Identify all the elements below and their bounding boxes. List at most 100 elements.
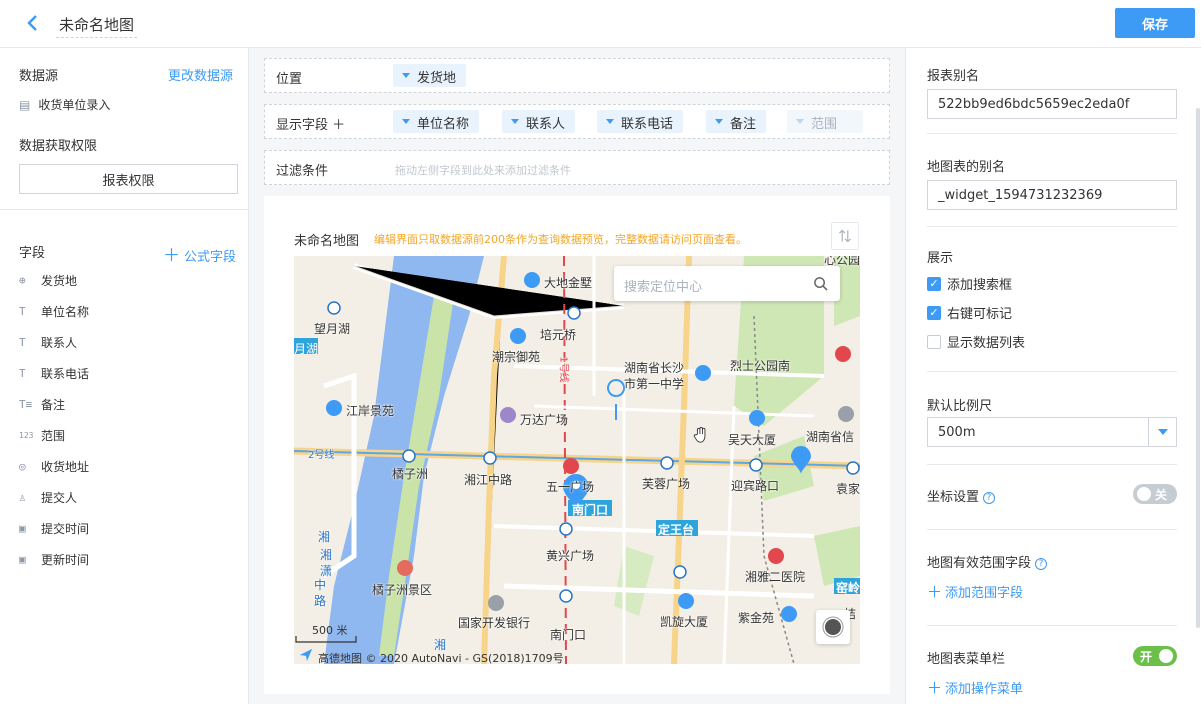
locate-icon (822, 616, 844, 638)
map-label: 湘江中路 (464, 473, 513, 487)
field-label: 单位名称 (41, 305, 90, 319)
field-label: 收货地址 (41, 460, 90, 474)
plus-icon: ＋ (927, 679, 943, 697)
chevron-down-icon[interactable] (1148, 418, 1176, 446)
field-item[interactable]: T 联系人 (19, 327, 239, 358)
map-title: 未命名地图 (294, 234, 360, 249)
save-button[interactable]: 保存 (1115, 8, 1195, 38)
map-label: 南门口 (572, 503, 609, 517)
add-action-menu-label: 添加操作菜单 (945, 682, 1024, 697)
show-data-list-option[interactable]: 显示数据列表 (927, 332, 1025, 351)
map-alias-label: 地图表的别名 (927, 160, 1006, 175)
map-label: 袁家 (836, 482, 860, 496)
map-label: 望月湖 (314, 322, 351, 336)
map-alias-input[interactable]: _widget_1594731232369 (927, 180, 1177, 210)
search-icon[interactable] (813, 276, 828, 291)
map-label: 湘 (318, 530, 331, 544)
text-area-icon: T≡ (19, 398, 33, 411)
permission-heading: 数据获取权限 (19, 139, 98, 154)
field-label: 范围 (41, 429, 66, 443)
map-label: 心公园 (824, 256, 860, 267)
position-field-pill[interactable]: 发货地 (393, 64, 467, 87)
add-range-field-link[interactable]: ＋添加范围字段 (927, 581, 1023, 602)
position-dropzone[interactable]: 位置 发货地 (264, 58, 890, 93)
option-label: 添加搜索框 (947, 278, 1013, 293)
map-label: 迎宾路口 (731, 479, 780, 493)
checkbox-checked[interactable]: ✓ (927, 276, 941, 291)
report-alias-input[interactable]: 522bb9ed6bdc5659ec2eda0f (927, 89, 1177, 119)
add-action-menu-link[interactable]: ＋添加操作菜单 (927, 677, 1023, 698)
filter-hint: 拖动左侧字段到此处来添加过滤条件 (395, 164, 571, 177)
calendar-icon: ▣ (19, 553, 26, 566)
right-click-mark-option[interactable]: ✓ 右键可标记 (927, 303, 1012, 322)
field-item[interactable]: ▣ 更新时间 (19, 544, 239, 575)
user-icon: ♙ (19, 491, 26, 504)
sort-swap-icon[interactable] (831, 222, 859, 250)
location-icon: ⊕ (19, 274, 26, 287)
checkbox-unchecked[interactable] (927, 334, 941, 349)
map-label: 烈士公园南 (730, 359, 791, 373)
number-icon: 123 (19, 431, 34, 440)
display-field-pill[interactable]: 单位名称 (393, 110, 480, 133)
help-icon[interactable]: ? (983, 492, 996, 504)
map-search-box[interactable]: 搜索定位中心 (614, 266, 840, 301)
map-label: 吴天大厦 (728, 433, 777, 447)
coord-setting-toggle[interactable]: 关 (1133, 484, 1177, 504)
map-label: 2号线 (308, 450, 335, 461)
field-label: 提交时间 (41, 522, 90, 536)
map-label: 橘子洲景区 (372, 583, 433, 597)
display-fields-dropzone[interactable]: 显示字段 ＋ 单位名称 联系人 联系电话 备注 范围 (264, 104, 890, 139)
field-item[interactable]: ⊕ 发货地 (19, 265, 239, 296)
locate-button[interactable] (816, 610, 850, 644)
right-panel: 报表别名 522bb9ed6bdc5659ec2eda0f 地图表的别名 _wi… (905, 48, 1201, 704)
option-label: 右键可标记 (947, 307, 1013, 322)
map-label: 培元桥 (540, 328, 577, 342)
display-field-pill[interactable]: 备注 (706, 110, 767, 133)
scrollbar[interactable] (1196, 108, 1200, 628)
default-scale-select[interactable]: 500m (927, 417, 1177, 447)
help-icon[interactable]: ? (1035, 558, 1048, 570)
divider (927, 133, 1177, 134)
map-label: 紫金苑 (738, 611, 775, 625)
field-item[interactable]: ◎ 收货地址 (19, 451, 239, 482)
map-label: 万达广场 (520, 413, 569, 427)
map-scale: 500 米 (312, 624, 348, 637)
map-canvas[interactable]: 搜索定位中心 大地金墅 心公园 培元桥 望月湖 湖南省长沙 市第一中学 潮宗御苑… (294, 256, 860, 664)
menu-bar-toggle[interactable]: 开 (1133, 646, 1177, 666)
calendar-icon: ▣ (19, 522, 26, 535)
preview-note: 编辑界面只取数据源前200条作为查询数据预览，完整数据请访问页面查看。 (374, 233, 747, 246)
divider (0, 209, 248, 210)
page-title[interactable]: 未命名地图 (56, 12, 138, 38)
map-label: 国家开发银行 (458, 616, 531, 630)
map-label: 凯旋大厦 (660, 615, 709, 629)
text-icon: T (19, 367, 26, 380)
field-item[interactable]: T 单位名称 (19, 296, 239, 327)
datasource-item[interactable]: ▤ 收货单位录入 (19, 96, 110, 113)
display-field-pill[interactable]: 联系人 (502, 110, 576, 133)
display-field-pill-dragging[interactable]: 范围 (787, 110, 863, 133)
field-item[interactable]: T 联系电话 (19, 358, 239, 389)
map-search-placeholder: 搜索定位中心 (624, 280, 703, 295)
field-label: 备注 (41, 398, 66, 412)
plus-icon: ＋ (927, 583, 943, 601)
add-search-option[interactable]: ✓ 添加搜索框 (927, 274, 1012, 293)
report-permission-button[interactable]: 报表权限 (19, 164, 238, 194)
field-item[interactable]: ♙ 提交人 (19, 482, 239, 513)
fields-heading: 字段 (19, 246, 46, 261)
back-arrow-icon[interactable] (22, 12, 44, 34)
divider (927, 226, 1177, 227)
field-item[interactable]: ▣ 提交时间 (19, 513, 239, 544)
field-item[interactable]: 123 范围 (19, 420, 239, 451)
checkbox-checked[interactable]: ✓ (927, 305, 941, 320)
toggle-label: 开 (1140, 650, 1153, 664)
toggle-label: 关 (1155, 488, 1168, 502)
display-field-pill[interactable]: 联系电话 (597, 110, 684, 133)
change-datasource-link[interactable]: 更改数据源 (168, 65, 233, 84)
field-label: 提交人 (41, 491, 78, 505)
filter-dropzone[interactable]: 过滤条件 拖动左侧字段到此处来添加过滤条件 (264, 150, 890, 185)
formula-field-link[interactable]: ＋ 公式字段 (163, 241, 236, 266)
display-fields-label[interactable]: 显示字段 ＋ (276, 114, 345, 133)
field-item[interactable]: T≡ 备注 (19, 389, 239, 420)
position-label: 位置 (276, 72, 303, 87)
datasource-item-label: 收货单位录入 (38, 98, 111, 112)
